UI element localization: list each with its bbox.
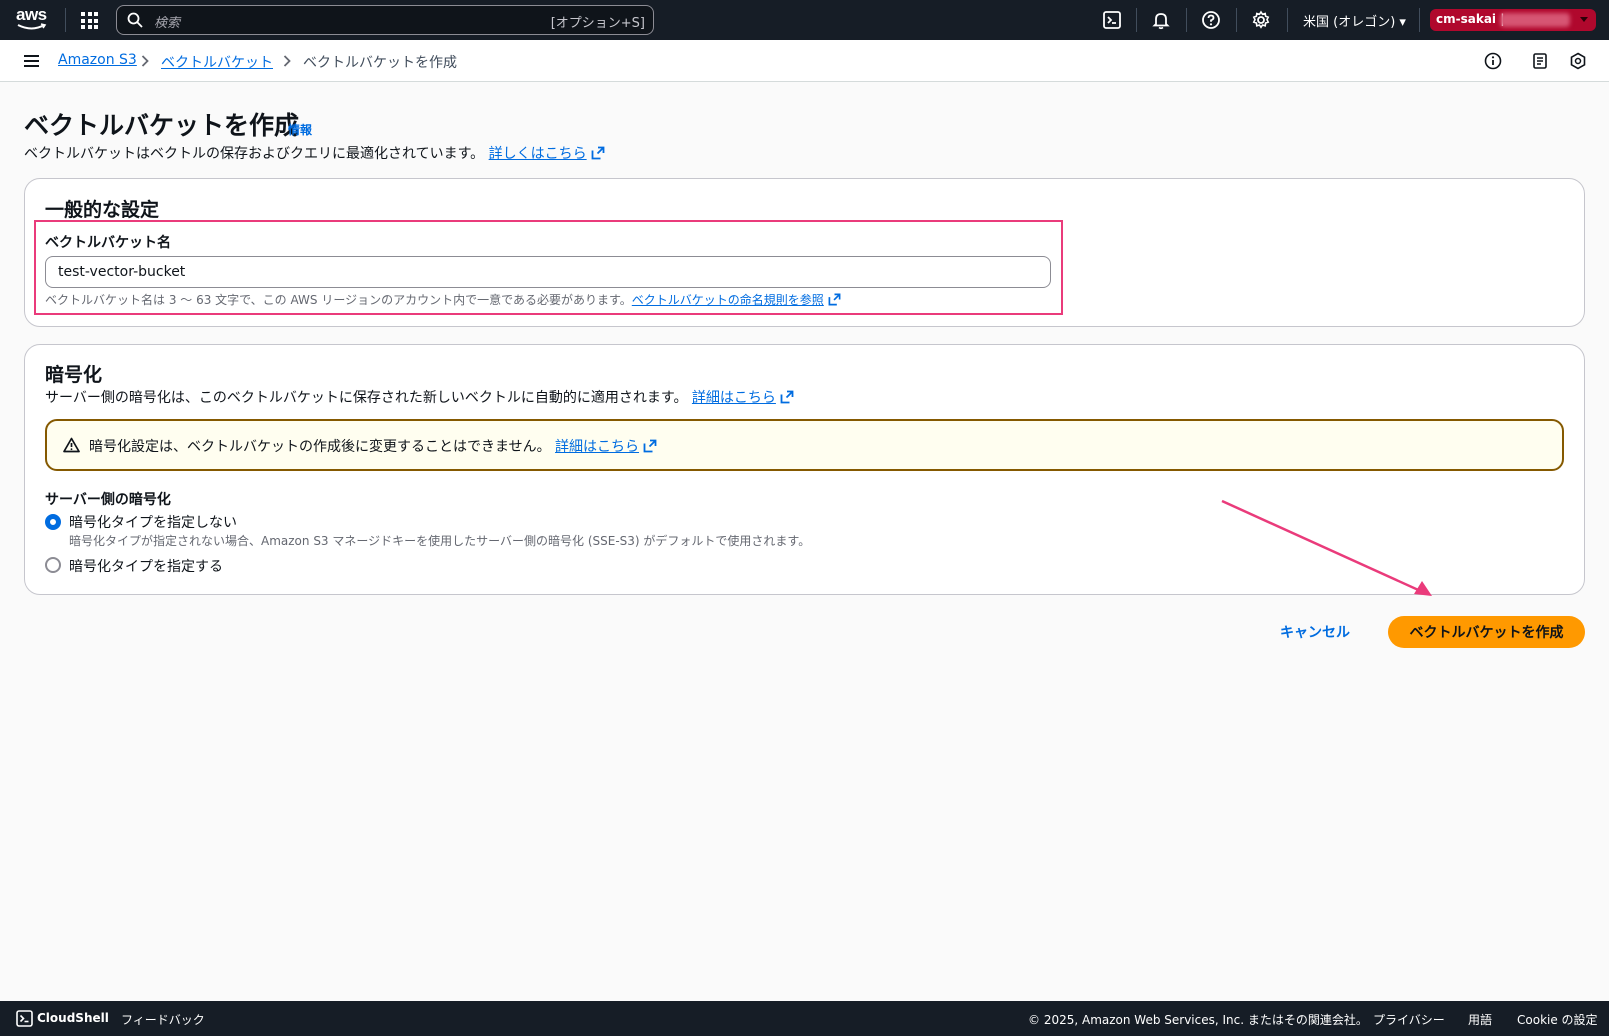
annotation-arrow	[1221, 499, 1432, 596]
footer-cloudshell[interactable]: CloudShell	[37, 1011, 109, 1025]
footer: CloudShell フィードバック © 2025, Amazon Web Se…	[0, 1001, 1609, 1036]
aws-logo-text: aws	[16, 5, 47, 24]
notes-icon[interactable]	[1531, 52, 1549, 70]
breadcrumb-amazon-s3[interactable]: Amazon S3	[58, 52, 137, 68]
breadcrumb-vector-buckets[interactable]: ベクトルバケット	[161, 52, 273, 72]
breadcrumb-current: ベクトルバケットを作成	[303, 55, 457, 71]
warning-message-text: 暗号化設定は、ベクトルバケットの作成後に変更することはできません。	[89, 439, 551, 455]
sse-label: サーバー側の暗号化	[45, 492, 171, 508]
encryption-warning-alert: 暗号化設定は、ベクトルバケットの作成後に変更することはできません。 詳細はこちら	[45, 419, 1564, 471]
footer-terms[interactable]: 用語	[1468, 1011, 1492, 1028]
footer-privacy[interactable]: プライバシー	[1373, 1011, 1445, 1028]
warning-icon	[63, 437, 80, 453]
page-title: ベクトルバケットを作成	[24, 111, 300, 140]
general-settings-heading: 一般的な設定	[45, 199, 160, 221]
radio-no-encryption-type-label[interactable]: 暗号化タイプを指定しない	[69, 512, 237, 532]
settings-gear-icon[interactable]	[1251, 10, 1271, 30]
external-link-icon	[643, 439, 657, 453]
naming-rules-link[interactable]: ベクトルバケットの命名規則を参照	[632, 293, 824, 307]
radio-specify-encryption-type-label[interactable]: 暗号化タイプを指定する	[69, 556, 223, 576]
account-redacted	[1500, 13, 1570, 27]
hexagon-assistant-icon[interactable]	[1569, 52, 1587, 70]
external-link-icon	[591, 146, 605, 160]
page-description: ベクトルバケットはベクトルの保存およびクエリに最適化されています。 詳しくはこち…	[24, 143, 605, 163]
help-icon[interactable]	[1201, 10, 1221, 30]
footer-cookie[interactable]: Cookie の設定	[1517, 1011, 1598, 1028]
account-name: cm-sakai |	[1436, 12, 1505, 26]
radio-specify-encryption-type[interactable]	[45, 557, 61, 573]
search-bar[interactable]: 検索 [オプション+S]	[116, 5, 654, 35]
search-icon	[127, 12, 143, 28]
search-placeholder: 検索	[154, 16, 181, 31]
radio-no-encryption-type[interactable]	[45, 514, 61, 530]
external-link-icon	[780, 390, 794, 404]
cloudshell-icon[interactable]	[1102, 10, 1122, 30]
cancel-button[interactable]: キャンセル	[1280, 622, 1350, 642]
services-grid-icon[interactable]	[81, 12, 98, 29]
bucket-name-hint-text: ベクトルバケット名は 3 〜 63 文字で、この AWS リージョンのアカウント…	[45, 293, 632, 307]
radio-no-encryption-type-desc: 暗号化タイプが指定されない場合、Amazon S3 マネージドキーを使用したサー…	[69, 534, 811, 548]
account-menu[interactable]: cm-sakai |	[1430, 9, 1596, 31]
search-shortcut: [オプション+S]	[550, 16, 645, 31]
warning-message: 暗号化設定は、ベクトルバケットの作成後に変更することはできません。 詳細はこちら	[89, 436, 657, 456]
create-vector-bucket-button[interactable]: ベクトルバケットを作成	[1388, 616, 1585, 648]
external-link-icon	[828, 293, 841, 306]
region-selector[interactable]: 米国 (オレゴン) ▾	[1303, 11, 1406, 30]
footer-feedback[interactable]: フィードバック	[121, 1011, 205, 1028]
aws-logo[interactable]: aws	[16, 6, 50, 34]
warning-details-link[interactable]: 詳細はこちら	[555, 439, 639, 455]
info-icon[interactable]	[1484, 52, 1502, 70]
encryption-description-text: サーバー側の暗号化は、このベクトルバケットに保存された新しいベクトルに自動的に適…	[45, 390, 688, 406]
cloudshell-icon[interactable]	[16, 1010, 33, 1027]
nav-divider	[65, 8, 66, 32]
breadcrumb-bar: Amazon S3 ベクトルバケット ベクトルバケットを作成	[0, 40, 1609, 82]
encryption-details-link[interactable]: 詳細はこちら	[692, 390, 776, 406]
chevron-right-icon	[283, 55, 291, 67]
bucket-name-label: ベクトルバケット名	[45, 235, 171, 251]
footer-copyright: © 2025, Amazon Web Services, Inc. またはその関…	[1028, 1013, 1368, 1027]
learn-more-link[interactable]: 詳しくはこちら	[489, 146, 587, 162]
chevron-down-icon	[1580, 17, 1588, 22]
encryption-heading: 暗号化	[45, 364, 103, 386]
menu-icon[interactable]	[24, 55, 39, 70]
bucket-name-input[interactable]	[45, 256, 1051, 288]
page-description-text: ベクトルバケットはベクトルの保存およびクエリに最適化されています。	[24, 146, 485, 162]
info-link[interactable]: 情報	[288, 121, 312, 138]
encryption-description: サーバー側の暗号化は、このベクトルバケットに保存された新しいベクトルに自動的に適…	[45, 387, 794, 407]
top-navigation: aws 検索 [オプション+S] 米国 (オレゴン) ▾ cm-sakai |	[0, 0, 1609, 40]
chevron-right-icon	[141, 55, 149, 67]
notifications-bell-icon[interactable]	[1151, 10, 1171, 30]
bucket-name-hint: ベクトルバケット名は 3 〜 63 文字で、この AWS リージョンのアカウント…	[45, 291, 841, 308]
